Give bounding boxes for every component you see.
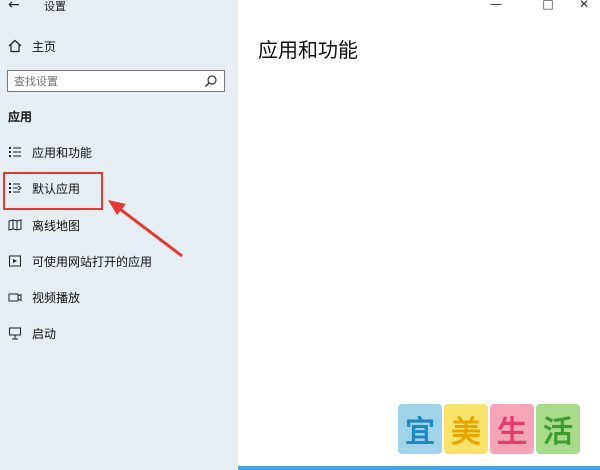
sidebar-item-label: 离线地图 <box>32 218 81 233</box>
sidebar-item-label: 启动 <box>32 326 57 341</box>
section-title: 应用 <box>8 110 33 124</box>
sidebar-item-startup[interactable]: 启动 <box>8 322 230 344</box>
taskbar-edge <box>238 466 600 470</box>
watermark-char: 生 <box>490 404 534 454</box>
title-bar: ← 设置 <box>0 0 238 14</box>
red-arrow-annotation <box>108 200 183 258</box>
page-title: 应用和功能 <box>258 38 358 62</box>
apps-list-icon <box>9 147 21 157</box>
sidebar-item-video-playback[interactable]: 视频播放 <box>8 286 230 308</box>
close-button[interactable]: ✕ <box>572 0 596 11</box>
app-title: 设置 <box>44 0 66 13</box>
watermark-char: 宜 <box>398 404 442 454</box>
website-apps-icon <box>9 255 21 267</box>
watermark-char: 美 <box>444 404 488 454</box>
minimize-button[interactable]: — <box>484 0 508 11</box>
sidebar-item-label: 应用和功能 <box>32 145 93 160</box>
search-icon[interactable] <box>204 74 218 88</box>
offline-map-icon <box>8 219 22 231</box>
watermark-char: 活 <box>536 404 580 454</box>
sidebar-item-apps-features[interactable]: 应用和功能 <box>8 141 230 163</box>
home-icon <box>8 39 22 53</box>
home-nav-item[interactable]: 主页 <box>8 36 228 56</box>
sidebar-item-label: 视频播放 <box>32 290 81 305</box>
search-box[interactable] <box>7 70 225 92</box>
search-input[interactable] <box>8 74 200 88</box>
main-panel: — □ ✕ 应用和功能 宜 美 生 活 <box>238 0 600 470</box>
maximize-button[interactable]: □ <box>536 0 560 11</box>
watermark-logo: 宜 美 生 活 <box>398 404 580 454</box>
sidebar: ← 设置 主页 应用 应用和功能 默认应用 <box>0 0 238 470</box>
back-arrow-icon[interactable]: ← <box>8 0 26 14</box>
highlight-box <box>3 172 103 210</box>
home-label: 主页 <box>32 39 57 54</box>
startup-icon <box>9 327 21 340</box>
video-playback-icon <box>8 293 22 302</box>
